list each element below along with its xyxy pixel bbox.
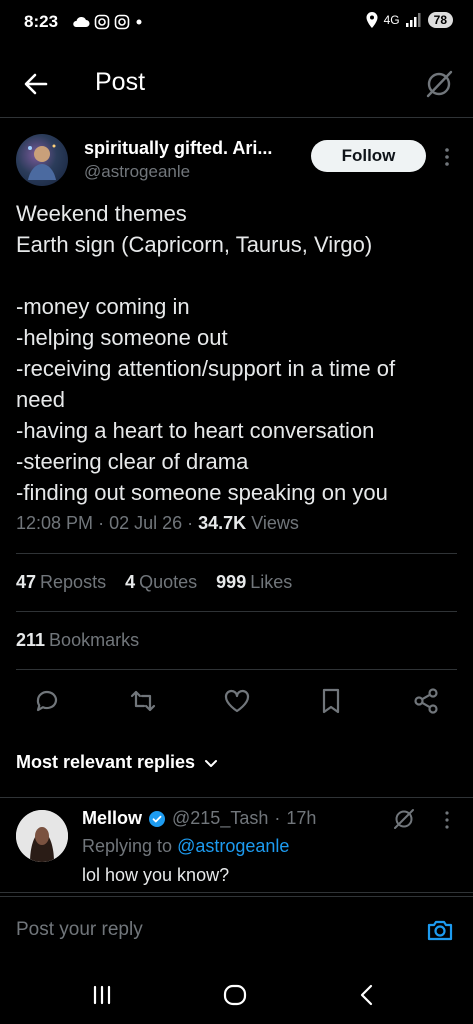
chevron-down-icon [205, 759, 218, 767]
reply-icon[interactable] [32, 686, 62, 716]
reply-header: Mellow @215_Tash · 17h [82, 808, 316, 829]
reposts-stat[interactable]: 47 Reposts [16, 572, 106, 592]
network-label: 4G [383, 13, 400, 27]
post-blank-line [16, 260, 461, 291]
more-icon[interactable] [439, 146, 455, 168]
home-icon[interactable] [220, 980, 250, 1010]
post-line: -helping someone out [16, 325, 228, 350]
reposts-label: Reposts [40, 572, 107, 592]
post-meta: 12:08 PM · 02 Jul 26 · 34.7K Views [16, 513, 299, 534]
post-text: Weekend themes Earth sign (Capricorn, Ta… [16, 198, 461, 508]
header: Post [0, 48, 473, 118]
reposts-count: 47 [16, 572, 37, 592]
likes-stat[interactable]: 999 Likes [216, 572, 292, 592]
likes-label: Likes [250, 572, 293, 592]
views-label: Views [251, 513, 299, 533]
divider [16, 553, 457, 554]
grok-icon[interactable] [423, 68, 455, 100]
post-line: Earth sign (Capricorn, Taurus, Virgo) [16, 232, 373, 257]
author-name[interactable]: spiritually gifted. Ari... [84, 138, 299, 159]
reply-time: 17h [286, 808, 317, 828]
signal-icon [405, 13, 421, 27]
reply-avatar[interactable] [16, 810, 68, 862]
replying-to-handle[interactable]: @astrogeanle [177, 836, 289, 856]
status-bar: 8:23 4G 78 [0, 0, 473, 48]
verified-icon [149, 810, 166, 827]
reply-author-name[interactable]: Mellow [82, 808, 142, 829]
post-date[interactable]: 02 Jul 26 [109, 513, 182, 533]
author-avatar[interactable] [16, 134, 68, 186]
divider [16, 669, 457, 670]
post-line: -finding out someone speaking on you [16, 480, 388, 505]
dot-icon [136, 19, 142, 25]
status-time: 8:23 [24, 12, 59, 31]
author-row: spiritually gifted. Ari... @astrogeanle … [0, 132, 473, 188]
meta-separator: · [98, 513, 110, 533]
instagram-icon [94, 14, 110, 30]
divider [16, 611, 457, 612]
bookmarks-stat[interactable]: 211 Bookmarks [16, 630, 139, 651]
likes-count: 999 [216, 572, 247, 592]
views-count: 34.7K [198, 513, 247, 533]
recents-icon[interactable] [87, 980, 117, 1010]
post-line: need [16, 387, 65, 412]
meta-separator: · [187, 513, 199, 533]
post-line: -steering clear of drama [16, 449, 249, 474]
notification-icons [72, 14, 144, 30]
quotes-count: 4 [125, 572, 136, 592]
replying-to: Replying to @astrogeanle [82, 836, 289, 857]
page-title: Post [95, 68, 146, 96]
replies-sort-dropdown[interactable]: Most relevant replies [16, 752, 219, 773]
author-handle[interactable]: @astrogeanle [84, 162, 190, 182]
replies-sort-label: Most relevant replies [16, 752, 196, 772]
replying-prefix: Replying to [82, 836, 173, 856]
post-line: Weekend themes [16, 201, 187, 226]
reply-input[interactable]: Post your reply [16, 919, 143, 941]
post-time[interactable]: 12:08 PM [16, 513, 93, 533]
post-line: -having a heart to heart conversation [16, 418, 375, 443]
quotes-label: Quotes [139, 572, 198, 592]
bookmarks-label: Bookmarks [49, 630, 140, 650]
follow-button[interactable]: Follow [311, 140, 426, 172]
instagram-icon-2 [114, 14, 130, 30]
bookmarks-count: 211 [16, 630, 46, 650]
battery-badge: 78 [427, 12, 453, 28]
reply-author-handle[interactable]: @215_Tash [172, 808, 268, 829]
cloud-icon [73, 16, 90, 27]
more-icon[interactable] [439, 810, 455, 830]
status-right: 4G 78 [366, 12, 453, 28]
post-line: -receiving attention/support in a time o… [16, 356, 396, 381]
system-nav-bar [0, 964, 473, 1024]
back-arrow-icon[interactable] [20, 68, 52, 100]
camera-icon[interactable] [425, 915, 455, 945]
location-icon [366, 12, 378, 28]
quotes-stat[interactable]: 4 Quotes [125, 572, 197, 592]
back-icon[interactable] [352, 980, 382, 1010]
share-icon[interactable] [411, 686, 441, 716]
repost-icon[interactable] [128, 686, 158, 716]
reply-item[interactable]: Mellow @215_Tash · 17h Replying to @astr… [0, 797, 473, 893]
stats-row: 47 Reposts 4 Quotes 999 Likes [16, 572, 292, 593]
bookmark-icon[interactable] [316, 686, 346, 716]
reply-text: lol how you know? [82, 865, 230, 885]
post-actions [0, 686, 473, 718]
reply-composer[interactable]: Post your reply [0, 896, 473, 964]
post-line: -money coming in [16, 294, 190, 319]
like-icon[interactable] [222, 686, 252, 716]
grok-icon[interactable] [391, 806, 417, 832]
reply-separator: · [274, 808, 281, 828]
